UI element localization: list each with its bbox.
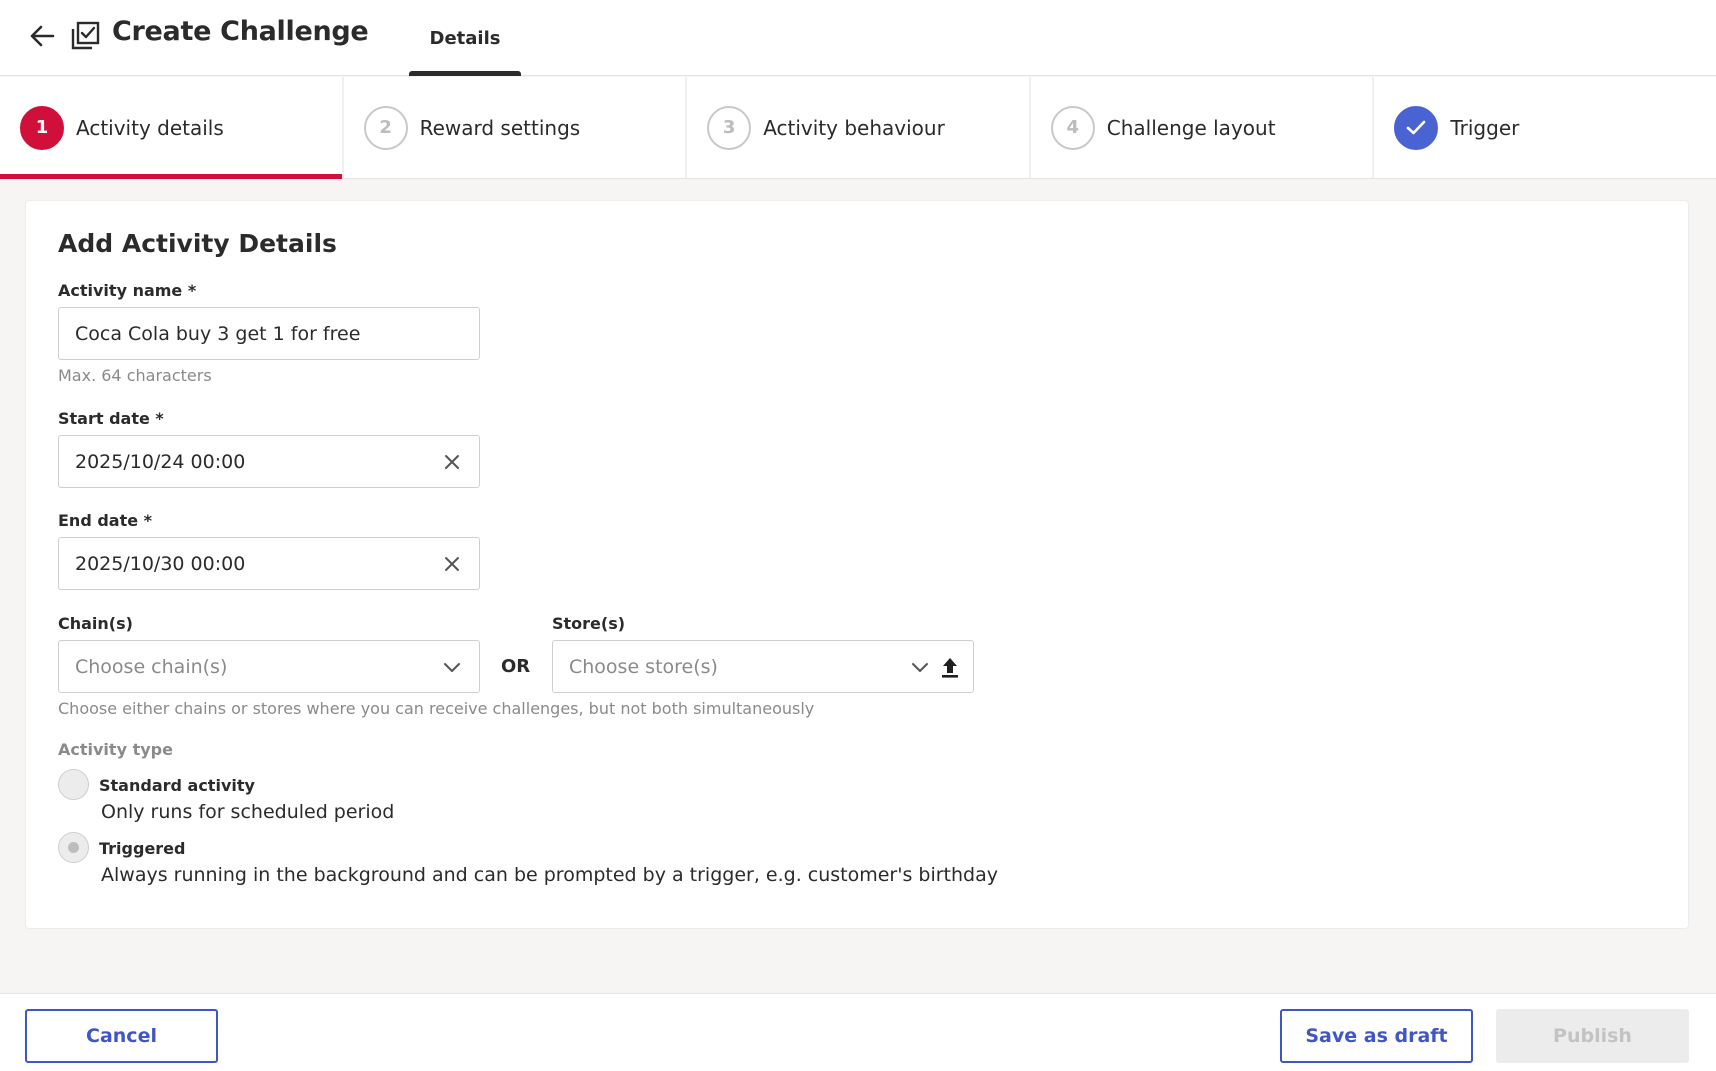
clear-end-date-icon[interactable]: [439, 551, 465, 577]
step-activity-details[interactable]: 1 Activity details: [0, 77, 344, 179]
checklist-icon: [68, 19, 102, 53]
publish-button[interactable]: Publish: [1496, 1009, 1689, 1063]
end-date-value: 2025/10/30 00:00: [75, 552, 246, 575]
stores-label: Store(s): [552, 614, 626, 633]
save-draft-button[interactable]: Save as draft: [1280, 1009, 1473, 1063]
standard-activity-description: Only runs for scheduled period: [101, 801, 395, 823]
step-label: Activity details: [76, 115, 224, 140]
step-label: Activity behaviour: [763, 115, 945, 140]
step-label: Trigger: [1450, 115, 1520, 140]
action-footer: Cancel Save as draft Publish: [0, 993, 1716, 1071]
start-date-label: Start date *: [58, 409, 164, 428]
step-label: Reward settings: [419, 115, 581, 140]
stores-placeholder: Choose store(s): [569, 655, 718, 678]
activity-name-label: Activity name *: [58, 281, 197, 300]
triggered-description: Always running in the background and can…: [101, 864, 998, 886]
step-reward-settings[interactable]: 2 Reward settings: [344, 77, 688, 178]
standard-activity-title: Standard activity: [99, 776, 255, 795]
step-number: 2: [363, 105, 408, 150]
chains-label: Chain(s): [58, 614, 133, 633]
chains-placeholder: Choose chain(s): [75, 655, 228, 678]
back-arrow-icon[interactable]: [24, 18, 60, 54]
progress-stepper: 1 Activity details 2 Reward settings 3 A…: [0, 77, 1716, 179]
end-date-input[interactable]: 2025/10/30 00:00: [58, 537, 480, 590]
activity-details-card: Add Activity Details Activity name * Coc…: [25, 200, 1689, 929]
top-header: Create Challenge Details: [0, 0, 1716, 76]
chevron-down-icon: [907, 654, 933, 680]
chevron-down-icon: [439, 654, 465, 680]
activity-name-helper: Max. 64 characters: [58, 366, 212, 385]
step-activity-behaviour[interactable]: 3 Activity behaviour: [687, 77, 1031, 178]
activity-name-input[interactable]: Coca Cola buy 3 get 1 for free: [58, 307, 480, 360]
radio-standard-activity[interactable]: [58, 769, 89, 800]
end-date-label: End date *: [58, 511, 153, 530]
step-number: 3: [707, 105, 752, 150]
radio-triggered[interactable]: [58, 832, 89, 863]
triggered-title: Triggered: [99, 839, 186, 858]
tab-active-indicator: [409, 71, 521, 76]
start-date-value: 2025/10/24 00:00: [75, 450, 246, 473]
start-date-input[interactable]: 2025/10/24 00:00: [58, 435, 480, 488]
stores-select[interactable]: Choose store(s): [552, 640, 974, 693]
step-label: Challenge layout: [1106, 115, 1276, 140]
location-helper: Choose either chains or stores where you…: [58, 699, 815, 718]
cancel-button[interactable]: Cancel: [25, 1009, 218, 1063]
tab-details[interactable]: Details: [409, 0, 521, 76]
form-title: Add Activity Details: [58, 229, 337, 258]
step-number: 1: [20, 105, 64, 150]
or-separator: OR: [501, 656, 531, 677]
upload-icon[interactable]: [937, 654, 963, 680]
step-trigger[interactable]: Trigger: [1374, 77, 1716, 178]
check-icon: [1394, 105, 1439, 150]
chains-select[interactable]: Choose chain(s): [58, 640, 480, 693]
step-challenge-layout[interactable]: 4 Challenge layout: [1031, 77, 1375, 178]
activity-type-label: Activity type: [58, 740, 173, 759]
clear-start-date-icon[interactable]: [439, 449, 465, 475]
step-number: 4: [1050, 105, 1095, 150]
activity-name-value: Coca Cola buy 3 get 1 for free: [75, 322, 361, 345]
page-title: Create Challenge: [112, 16, 369, 47]
